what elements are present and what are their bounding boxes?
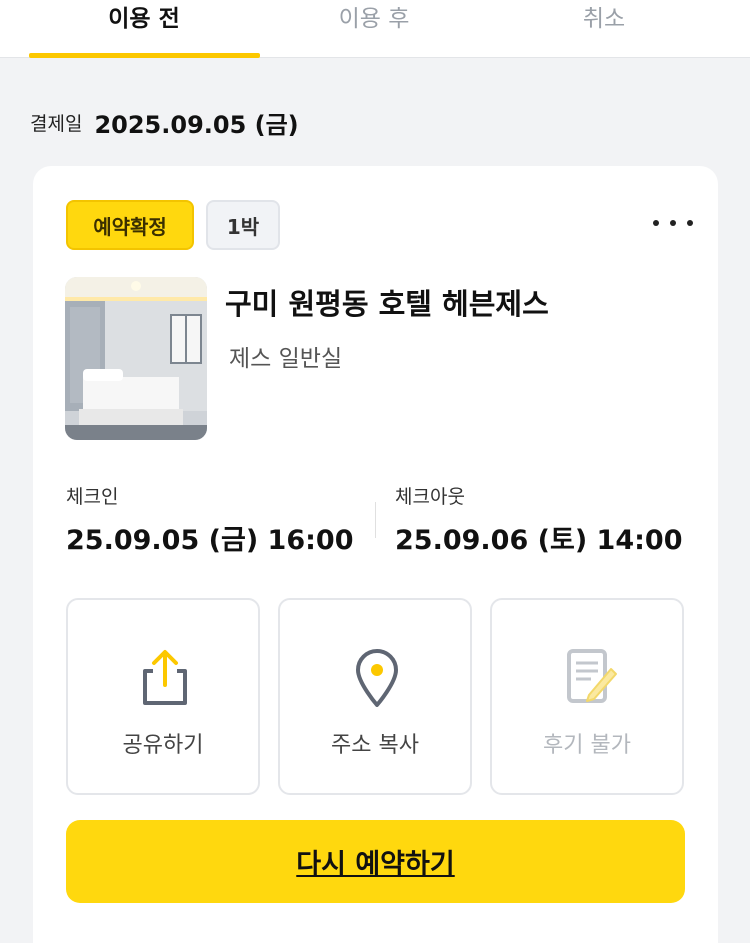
share-label: 공유하기	[122, 733, 204, 758]
hotel-name[interactable]: 구미 원평동 호텔 헤븐제스	[225, 281, 549, 323]
nights-badge: 1박	[206, 200, 280, 250]
checkin-label: 체크인	[66, 486, 119, 508]
tab-after-use[interactable]: 이용 후	[259, 0, 489, 58]
payment-date-label: 결제일	[30, 112, 83, 135]
tab-cancelled[interactable]: 취소	[489, 0, 719, 58]
review-unavailable-label: 후기 불가	[543, 733, 631, 758]
more-dots-icon[interactable]	[653, 210, 693, 236]
hotel-room-thumbnail[interactable]	[65, 277, 207, 440]
reservation-card: 예약확정 1박 구미 원평동 호텔 헤븐제스 제스 일반실 체크인 25.09.…	[33, 166, 718, 943]
rebook-button[interactable]: 다시 예약하기	[66, 820, 685, 903]
payment-date-value: 2025.09.05 (금)	[94, 110, 299, 139]
review-note-icon	[559, 647, 619, 707]
status-badge: 예약확정	[66, 200, 194, 250]
share-icon	[135, 647, 195, 707]
payment-date-row: 결제일 2025.09.05 (금)	[30, 104, 299, 140]
tab-before-use[interactable]: 이용 전	[29, 0, 259, 58]
location-pin-icon	[347, 647, 407, 707]
copy-address-button[interactable]: 주소 복사	[278, 598, 472, 795]
tab-bar: 이용 전 이용 후 취소	[0, 0, 750, 58]
review-unavailable-button[interactable]: 후기 불가	[490, 598, 684, 795]
copy-address-label: 주소 복사	[331, 733, 419, 758]
room-name: 제스 일반실	[229, 346, 343, 372]
checkin-divider	[375, 502, 376, 538]
checkin-value: 25.09.05 (금) 16:00	[66, 525, 354, 556]
checkout-value: 25.09.06 (토) 14:00	[395, 525, 683, 556]
checkout-label: 체크아웃	[395, 486, 465, 508]
active-tab-indicator	[29, 53, 260, 58]
share-button[interactable]: 공유하기	[66, 598, 260, 795]
